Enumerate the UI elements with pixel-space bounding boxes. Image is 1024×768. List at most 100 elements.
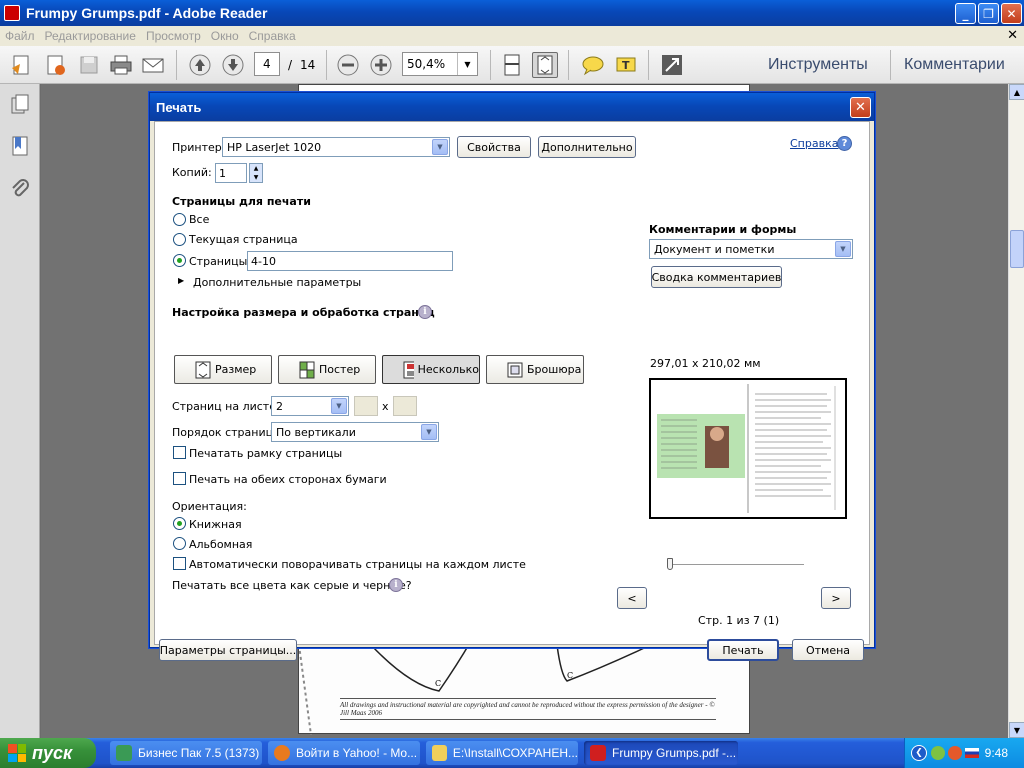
chevron-down-icon[interactable]: ▼: [421, 424, 437, 440]
zoom-out-icon[interactable]: [335, 52, 361, 78]
radio-all-label[interactable]: Все: [189, 213, 209, 226]
radio-pages-label[interactable]: Страницы: [189, 255, 247, 268]
comments-forms-select[interactable]: Документ и пометки ▼: [649, 239, 853, 259]
scroll-thumb[interactable]: [1010, 230, 1024, 268]
auto-rotate-checkbox[interactable]: [173, 557, 186, 570]
menu-bar: Файл Редактирование Просмотр Окно Справк…: [0, 26, 1024, 46]
scroll-up-icon[interactable]: ▲: [1009, 84, 1024, 100]
info-icon[interactable]: i: [418, 305, 432, 319]
email-icon[interactable]: [140, 52, 166, 78]
info-icon[interactable]: i: [389, 578, 403, 592]
save-icon[interactable]: [76, 52, 102, 78]
start-button[interactable]: пуск: [0, 738, 96, 768]
mode-poster-button[interactable]: Постер: [278, 355, 376, 384]
summarize-comments-button[interactable]: Сводка комментариев: [651, 266, 782, 288]
radio-landscape[interactable]: [173, 537, 186, 550]
tray-app-icon[interactable]: [931, 746, 945, 760]
tray-app-icon[interactable]: [948, 746, 962, 760]
page-setup-button[interactable]: Параметры страницы...: [159, 639, 297, 661]
properties-button[interactable]: Свойства: [457, 136, 531, 158]
task-business-pack[interactable]: Бизнес Пак 7.5 (1373): [110, 741, 262, 765]
fullscreen-icon[interactable]: [659, 52, 685, 78]
scrolling-mode-icon[interactable]: [499, 52, 525, 78]
menu-edit[interactable]: Редактирование: [40, 29, 141, 43]
radio-current-page[interactable]: [173, 233, 186, 246]
mode-size-button[interactable]: Размер: [174, 355, 272, 384]
next-preview-button[interactable]: >: [821, 587, 851, 609]
menu-help[interactable]: Справка: [244, 29, 301, 43]
highlight-text-icon[interactable]: T: [613, 52, 639, 78]
more-options-toggle[interactable]: Дополнительные параметры: [193, 276, 361, 289]
preview-slider-track[interactable]: [670, 564, 804, 566]
radio-portrait[interactable]: [173, 517, 186, 530]
pages-per-sheet-select[interactable]: 2 ▼: [271, 396, 349, 416]
print-button[interactable]: Печать: [707, 639, 779, 661]
sticky-note-icon[interactable]: [580, 52, 606, 78]
task-adobe-reader[interactable]: Frumpy Grumps.pdf -...: [584, 741, 738, 765]
zoom-select[interactable]: 50,4% ▼: [402, 52, 478, 76]
page-order-select[interactable]: По вертикали ▼: [271, 422, 439, 442]
radio-all[interactable]: [173, 213, 186, 226]
clock[interactable]: 9:48: [985, 746, 1008, 760]
edit-pdf-icon[interactable]: [42, 52, 68, 78]
close-button[interactable]: ✕: [1001, 3, 1022, 24]
auto-rotate-label[interactable]: Автоматически поворачивать страницы на к…: [189, 558, 526, 571]
mode-multiple-button[interactable]: Несколько: [382, 355, 480, 384]
menu-window[interactable]: Окно: [206, 29, 244, 43]
pages-range-input[interactable]: 4-10: [247, 251, 453, 271]
page-number-input[interactable]: 4: [254, 52, 280, 76]
cancel-button[interactable]: Отмена: [792, 639, 864, 661]
previous-page-icon[interactable]: [187, 52, 213, 78]
minimize-button[interactable]: _: [955, 3, 976, 24]
maximize-button[interactable]: ❐: [978, 3, 999, 24]
print-preview: [649, 378, 847, 519]
duplex-label[interactable]: Печать на обеих сторонах бумаги: [189, 473, 387, 486]
pages-section-title: Страницы для печати: [172, 195, 311, 208]
pages-per-sheet-label: Страниц на листе:: [172, 400, 280, 413]
radio-landscape-label[interactable]: Альбомная: [189, 538, 252, 551]
page-thumbnails-icon[interactable]: [8, 92, 32, 116]
chevron-down-icon[interactable]: ▼: [457, 53, 477, 75]
fit-page-icon[interactable]: [532, 52, 558, 78]
radio-pages[interactable]: [173, 254, 186, 267]
radio-current-page-label[interactable]: Текущая страница: [189, 233, 298, 246]
chevron-down-icon[interactable]: ▼: [432, 139, 448, 155]
mode-booklet-button[interactable]: Брошюра: [486, 355, 584, 384]
copies-input[interactable]: 1: [215, 163, 247, 183]
task-explorer-folder[interactable]: E:\Install\СОХРАНЕН...: [426, 741, 578, 765]
dialog-close-button[interactable]: ✕: [850, 97, 871, 118]
print-border-checkbox[interactable]: [173, 446, 186, 459]
tools-pane-button[interactable]: Инструменты: [768, 56, 868, 74]
print-border-label[interactable]: Печатать рамку страницы: [189, 447, 342, 460]
page-order-value: По вертикали: [276, 426, 356, 439]
create-pdf-icon[interactable]: [8, 52, 34, 78]
bookmarks-icon[interactable]: [8, 134, 32, 158]
language-flag-icon[interactable]: [965, 748, 979, 758]
orientation-label: Ориентация:: [172, 500, 247, 513]
menu-view[interactable]: Просмотр: [141, 29, 206, 43]
next-page-icon[interactable]: [220, 52, 246, 78]
copies-spinner[interactable]: ▲ ▼: [249, 163, 263, 183]
triangle-right-icon[interactable]: ▶: [178, 276, 184, 285]
radio-portrait-label[interactable]: Книжная: [189, 518, 242, 531]
system-tray: ❮ 9:48: [904, 738, 1024, 768]
print-icon[interactable]: [108, 52, 134, 78]
vertical-scrollbar[interactable]: ▲ ▼: [1008, 84, 1024, 738]
task-firefox-yahoo[interactable]: Войти в Yahoo! - Mo...: [268, 741, 420, 765]
chevron-down-icon[interactable]: ▼: [835, 241, 851, 257]
advanced-button[interactable]: Дополнительно: [538, 136, 636, 158]
attachments-icon[interactable]: [8, 176, 32, 200]
zoom-in-icon[interactable]: [368, 52, 394, 78]
comments-pane-button[interactable]: Комментарии: [904, 56, 1005, 74]
scroll-down-icon[interactable]: ▼: [1009, 722, 1024, 738]
preview-slider-thumb[interactable]: [667, 558, 673, 570]
printer-select[interactable]: HP LaserJet 1020 ▼: [222, 137, 450, 157]
document-close-icon[interactable]: ✕: [1007, 28, 1018, 43]
tray-expand-icon[interactable]: ❮: [911, 745, 927, 761]
help-icon[interactable]: ?: [837, 136, 852, 151]
menu-file[interactable]: Файл: [0, 29, 40, 43]
previous-preview-button[interactable]: <: [617, 587, 647, 609]
chevron-down-icon[interactable]: ▼: [331, 398, 347, 414]
duplex-checkbox[interactable]: [173, 472, 186, 485]
help-link[interactable]: Справка: [790, 137, 838, 150]
